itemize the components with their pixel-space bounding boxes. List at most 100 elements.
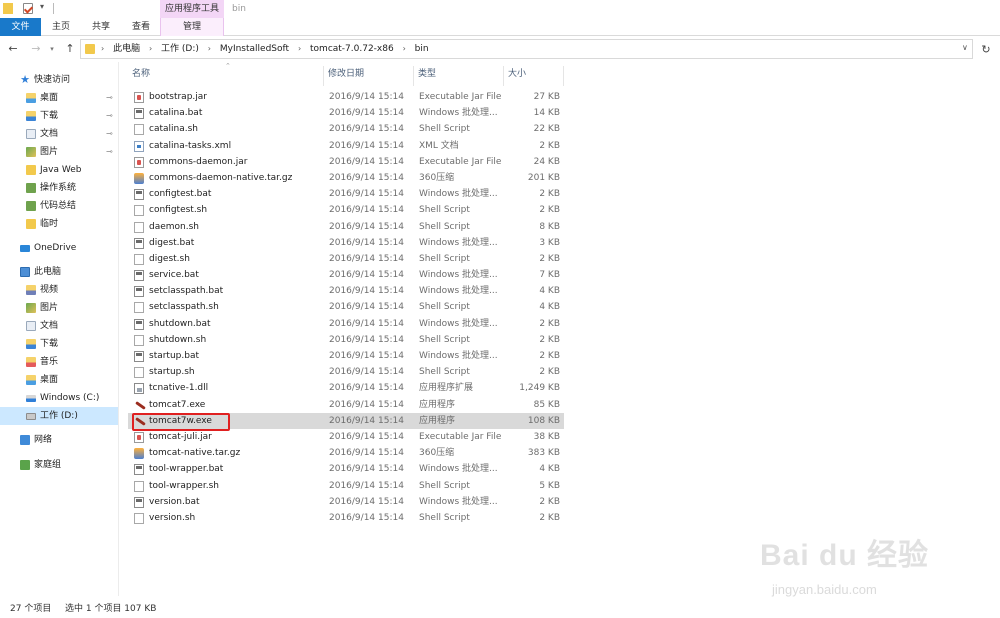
sidebar-item-pc-pictures[interactable]: 图片	[0, 299, 118, 317]
breadcrumb-tomcat[interactable]: tomcat-7.0.72-x86	[310, 40, 394, 58]
breadcrumb-this-pc[interactable]: 此电脑	[113, 40, 140, 58]
file-date: 2016/9/14 15:14	[329, 221, 404, 232]
file-row[interactable]: configtest.bat 2016/9/14 15:14 Windows 批处理…	[128, 186, 564, 202]
file-row[interactable]: commons-daemon-native.tar.gz 2016/9/14 15…	[128, 170, 564, 186]
file-row[interactable]: digest.bat 2016/9/14 15:14 Windows 批处理... 3…	[128, 235, 564, 251]
file-row[interactable]: setclasspath.sh 2016/9/14 15:14 Shell Scri…	[128, 299, 564, 315]
chevron-right-icon[interactable]: ›	[298, 40, 301, 58]
sidebar-item-pc-downloads[interactable]: 下载	[0, 335, 118, 353]
sidebar-item-pc-documents[interactable]: 文档	[0, 317, 118, 335]
file-row[interactable]: shutdown.sh 2016/9/14 15:14 Shell Script 2 …	[128, 332, 564, 348]
desktop-folder-icon	[26, 93, 36, 103]
sidebar-item-desktop[interactable]: 桌面 ⊸	[0, 89, 118, 107]
script-file-icon	[134, 221, 144, 233]
pin-icon[interactable]: ⊸	[106, 143, 113, 161]
chevron-right-icon[interactable]: ›	[101, 40, 104, 58]
sidebar-item-pictures[interactable]: 图片 ⊸	[0, 143, 118, 161]
file-date: 2016/9/14 15:14	[329, 351, 404, 361]
file-row[interactable]: catalina.bat 2016/9/14 15:14 Windows 批处理..…	[128, 105, 564, 121]
sidebar-item-os[interactable]: 操作系统	[0, 179, 118, 197]
sidebar-item-videos[interactable]: 视频	[0, 281, 118, 299]
file-row[interactable]: daemon.sh 2016/9/14 15:14 Shell Script 8 KB	[128, 219, 564, 235]
pin-icon[interactable]: ⊸	[106, 125, 113, 143]
file-size: 4 KB	[539, 464, 560, 475]
address-history-chevron-icon[interactable]: ∨	[962, 43, 968, 52]
file-row[interactable]: tomcat-native.tar.gz 2016/9/14 15:14 360压缩…	[128, 445, 564, 461]
chevron-right-icon[interactable]: ›	[149, 40, 152, 58]
sidebar-item-network[interactable]: 网络	[0, 431, 118, 449]
file-row[interactable]: catalina-tasks.xml 2016/9/14 15:14 XML 文档 2…	[128, 138, 564, 154]
sidebar-item-drive-c[interactable]: Windows (C:)	[0, 389, 118, 407]
folder-icon	[3, 3, 13, 14]
refresh-icon[interactable]: ↻	[977, 41, 995, 59]
file-row[interactable]: tool-wrapper.bat 2016/9/14 15:14 Windows 批…	[128, 461, 564, 477]
pin-icon[interactable]: ⊸	[106, 89, 113, 107]
file-row[interactable]: commons-daemon.jar 2016/9/14 15:14 Executa…	[128, 154, 564, 170]
forward-arrow-icon[interactable]: →	[28, 41, 44, 57]
file-size: 7 KB	[539, 270, 560, 281]
column-header-name[interactable]: 名称	[128, 66, 324, 86]
sidebar-item-code-summary[interactable]: 代码总结	[0, 197, 118, 215]
file-row[interactable]: bootstrap.jar 2016/9/14 15:14 Executable J…	[128, 89, 564, 105]
file-row[interactable]: startup.bat 2016/9/14 15:14 Windows 批处理...…	[128, 348, 564, 364]
address-bar[interactable]: › 此电脑 › 工作 (D:) › MyInstalledSoft › tomc…	[80, 39, 973, 59]
file-row[interactable]: catalina.sh 2016/9/14 15:14 Shell Script 22…	[128, 121, 564, 137]
documents-icon	[26, 129, 36, 139]
sidebar-item-temp[interactable]: 临时	[0, 215, 118, 233]
column-header-size[interactable]: 大小	[504, 66, 564, 86]
breadcrumb-bin[interactable]: bin	[415, 40, 429, 58]
file-row[interactable]: configtest.sh 2016/9/14 15:14 Shell Script…	[128, 202, 564, 218]
file-row[interactable]: tomcat-juli.jar 2016/9/14 15:14 Executable…	[128, 429, 564, 445]
tab-view[interactable]: 查看	[121, 18, 161, 36]
file-name: configtest.sh	[149, 205, 208, 216]
file-type: Shell Script	[419, 334, 470, 345]
quick-access-dropdown-icon[interactable]: ▾	[40, 2, 50, 13]
file-date: 2016/9/14 15:14	[329, 464, 404, 475]
tab-file[interactable]: 文件	[0, 18, 41, 36]
sidebar-item-pc-desktop[interactable]: 桌面	[0, 371, 118, 389]
tab-manage[interactable]: 管理	[160, 18, 224, 36]
file-name: shutdown.sh	[149, 334, 207, 345]
tab-home[interactable]: 主页	[41, 18, 81, 36]
file-row[interactable]: startup.sh 2016/9/14 15:14 Shell Script 2 K…	[128, 364, 564, 380]
sidebar-item-java-web[interactable]: Java Web	[0, 161, 118, 179]
sidebar-item-documents[interactable]: 文档 ⊸	[0, 125, 118, 143]
pin-icon[interactable]: ⊸	[106, 107, 113, 125]
sidebar-item-downloads[interactable]: 下载 ⊸	[0, 107, 118, 125]
recent-locations-icon[interactable]: ▾	[47, 41, 57, 57]
breadcrumb-drive-d[interactable]: 工作 (D:)	[161, 40, 199, 58]
sidebar-item-quick-access[interactable]: ★ 快速访问	[0, 71, 118, 89]
file-row[interactable]: shutdown.bat 2016/9/14 15:14 Windows 批处理..…	[128, 316, 564, 332]
video-folder-icon	[26, 285, 36, 295]
script-file-icon	[134, 205, 144, 217]
column-header-type[interactable]: 类型	[414, 66, 504, 86]
sidebar-item-this-pc[interactable]: 此电脑	[0, 263, 118, 281]
file-row[interactable]: version.bat 2016/9/14 15:14 Windows 批处理...…	[128, 494, 564, 510]
back-arrow-icon[interactable]: ←	[5, 41, 21, 57]
file-row[interactable]: version.sh 2016/9/14 15:14 Shell Script 2 K…	[128, 510, 564, 526]
file-date: 2016/9/14 15:14	[329, 431, 404, 442]
sidebar-item-homegroup[interactable]: 家庭组	[0, 456, 118, 474]
sidebar-item-onedrive[interactable]: OneDrive	[0, 239, 118, 257]
sidebar-item-music[interactable]: 音乐	[0, 353, 118, 371]
file-row[interactable]: service.bat 2016/9/14 15:14 Windows 批处理...…	[128, 267, 564, 283]
file-row[interactable]: tomcat7.exe 2016/9/14 15:14 应用程序 85 KB	[128, 397, 564, 413]
file-row[interactable]: tool-wrapper.sh 2016/9/14 15:14 Shell Scri…	[128, 478, 564, 494]
breadcrumb-myinstalledsoft[interactable]: MyInstalledSoft	[220, 40, 289, 58]
file-row[interactable]: setclasspath.bat 2016/9/14 15:14 Windows 批…	[128, 283, 564, 299]
tab-share[interactable]: 共享	[81, 18, 121, 36]
pane-divider[interactable]	[118, 62, 119, 596]
chevron-right-icon[interactable]: ›	[403, 40, 406, 58]
file-type: 360压缩	[419, 172, 455, 183]
chevron-right-icon[interactable]: ›	[208, 40, 211, 58]
batch-file-icon	[134, 351, 144, 362]
column-header-date[interactable]: 修改日期	[324, 66, 414, 86]
file-date: 2016/9/14 15:14	[329, 92, 404, 102]
file-row[interactable]: tcnative-1.dll 2016/9/14 15:14 应用程序扩展 1,249…	[128, 380, 564, 396]
file-row[interactable]: digest.sh 2016/9/14 15:14 Shell Script 2 KB	[128, 251, 564, 267]
up-arrow-icon[interactable]: ↑	[62, 41, 78, 57]
properties-icon[interactable]	[23, 3, 33, 14]
sidebar-item-drive-d[interactable]: 工作 (D:)	[0, 407, 118, 425]
file-type: Windows 批处理...	[419, 270, 498, 281]
batch-file-icon	[134, 108, 144, 120]
